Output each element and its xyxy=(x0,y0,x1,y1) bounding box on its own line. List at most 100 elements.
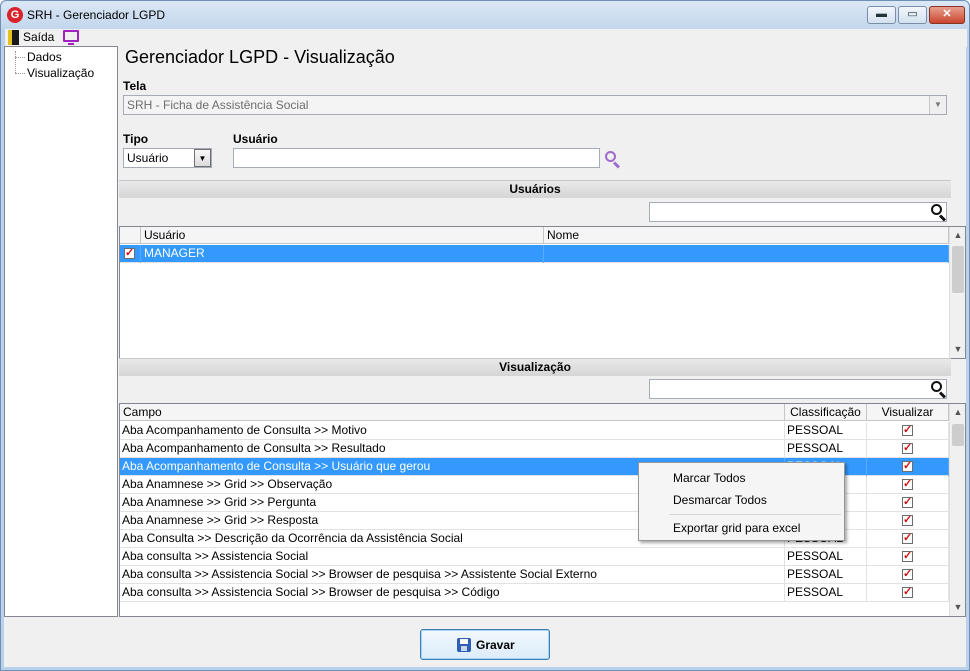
chevron-down-icon[interactable]: ▼ xyxy=(194,149,211,167)
visualizacao-scrollbar[interactable]: ▲ ▼ xyxy=(949,404,965,616)
usuarios-scrollbar[interactable]: ▲ ▼ xyxy=(949,227,965,358)
tree-connector xyxy=(15,51,16,73)
usuarios-search-input[interactable] xyxy=(649,202,947,222)
cell-nome xyxy=(544,245,949,263)
column-header-visualizar[interactable]: Visualizar xyxy=(867,404,949,421)
client-area: Dados Visualização Gerenciador LGPD - Vi… xyxy=(4,46,966,667)
scroll-up-icon[interactable]: ▲ xyxy=(950,404,965,421)
exit-menu-item[interactable]: Saída xyxy=(23,30,54,44)
title-bar[interactable]: G SRH - Gerenciador LGPD ▬ ▭ ✕ xyxy=(1,1,969,29)
cell-visualizar[interactable] xyxy=(867,440,949,458)
cell-campo: Aba consulta >> Assistencia Social >> Br… xyxy=(120,566,785,584)
column-header-classificacao[interactable]: Classificação xyxy=(785,404,867,421)
visualizar-checkbox[interactable] xyxy=(902,585,913,599)
scroll-down-icon[interactable]: ▼ xyxy=(950,341,965,358)
maximize-button[interactable]: ▭ xyxy=(898,6,927,24)
cell-visualizar[interactable] xyxy=(867,548,949,566)
table-row[interactable]: MANAGER xyxy=(120,245,949,263)
save-button[interactable]: Gravar xyxy=(420,629,550,660)
visualizar-checkbox[interactable] xyxy=(902,477,913,491)
exit-door-icon[interactable] xyxy=(8,30,19,45)
visualizar-checkbox[interactable] xyxy=(902,459,913,473)
context-menu-item-desmarcar-todos[interactable]: Desmarcar Todos xyxy=(673,493,767,507)
cell-classificacao: PESSOAL xyxy=(785,584,867,602)
visualizar-checkbox[interactable] xyxy=(902,423,913,437)
table-row[interactable]: Aba Acompanhamento de Consulta >> Motivo… xyxy=(120,422,949,440)
cell-classificacao: PESSOAL xyxy=(785,422,867,440)
cell-visualizar[interactable] xyxy=(867,458,949,476)
cell-classificacao: PESSOAL xyxy=(785,548,867,566)
floppy-disk-icon xyxy=(457,638,471,652)
scroll-thumb[interactable] xyxy=(952,424,964,446)
search-icon[interactable] xyxy=(931,204,947,222)
tree-connector xyxy=(15,57,25,58)
table-row[interactable]: Aba consulta >> Assistencia Social PESSOA… xyxy=(120,548,949,566)
usuarios-section-header: Usuários xyxy=(119,180,951,198)
tipo-select-value: Usuário xyxy=(127,151,169,165)
visualizacao-section-header: Visualização xyxy=(119,358,951,376)
page-title: Gerenciador LGPD - Visualização xyxy=(125,47,395,67)
cell-campo: Aba consulta >> Assistencia Social >> Br… xyxy=(120,584,785,602)
visualizar-checkbox[interactable] xyxy=(902,549,913,563)
search-icon[interactable] xyxy=(931,381,947,399)
usuario-label: Usuário xyxy=(233,132,278,146)
visualizar-checkbox[interactable] xyxy=(902,513,913,527)
tree-connector xyxy=(15,73,25,74)
scroll-down-icon[interactable]: ▼ xyxy=(950,599,965,616)
monitor-icon[interactable] xyxy=(63,30,79,45)
usuario-input[interactable] xyxy=(233,148,600,168)
context-menu-item-exportar-excel[interactable]: Exportar grid para excel xyxy=(673,521,800,535)
cell-campo: Aba consulta >> Assistencia Social xyxy=(120,548,785,566)
visualizar-checkbox[interactable] xyxy=(902,567,913,581)
row-checkbox[interactable] xyxy=(124,246,135,260)
visualizar-checkbox[interactable] xyxy=(902,441,913,455)
column-header-usuario[interactable]: Usuário xyxy=(141,227,544,244)
tree-item-dados[interactable]: Dados xyxy=(27,50,62,64)
cell-visualizar[interactable] xyxy=(867,566,949,584)
cell-classificacao: PESSOAL xyxy=(785,440,867,458)
cell-campo: Aba Acompanhamento de Consulta >> Result… xyxy=(120,440,785,458)
tipo-select[interactable]: Usuário ▼ xyxy=(123,148,212,168)
table-row[interactable]: Aba consulta >> Assistencia Social >> Br… xyxy=(120,584,949,602)
column-header-campo[interactable]: Campo xyxy=(120,404,785,421)
scroll-up-icon[interactable]: ▲ xyxy=(950,227,965,244)
visualizar-checkbox[interactable] xyxy=(902,531,913,545)
app-logo-icon: G xyxy=(7,7,23,23)
menu-bar: Saída xyxy=(5,29,967,47)
cell-campo: Aba Acompanhamento de Consulta >> Motivo xyxy=(120,422,785,440)
cell-visualizar[interactable] xyxy=(867,422,949,440)
table-row[interactable]: Aba Acompanhamento de Consulta >> Result… xyxy=(120,440,949,458)
tree-item-visualizacao[interactable]: Visualização xyxy=(27,66,94,80)
grid-header-indicator xyxy=(120,227,141,244)
tipo-label: Tipo xyxy=(123,132,149,146)
table-row[interactable]: Aba consulta >> Assistencia Social >> Br… xyxy=(120,566,949,584)
cell-classificacao: PESSOAL xyxy=(785,566,867,584)
cell-visualizar[interactable] xyxy=(867,476,949,494)
navigation-tree: Dados Visualização xyxy=(4,46,118,617)
usuarios-grid: Usuário Nome MANAGER ▲ ▼ xyxy=(119,226,966,359)
minimize-button[interactable]: ▬ xyxy=(867,6,896,24)
search-icon[interactable] xyxy=(605,151,621,169)
tela-label: Tela xyxy=(123,79,147,93)
row-checkbox-cell[interactable] xyxy=(120,245,141,263)
scroll-thumb[interactable] xyxy=(952,246,964,293)
cell-visualizar[interactable] xyxy=(867,530,949,548)
visualizar-checkbox[interactable] xyxy=(902,495,913,509)
context-menu: Marcar Todos Desmarcar Todos Exportar gr… xyxy=(638,462,845,541)
cell-visualizar[interactable] xyxy=(867,584,949,602)
cell-visualizar[interactable] xyxy=(867,512,949,530)
window-title: SRH - Gerenciador LGPD xyxy=(27,8,166,22)
tela-select[interactable]: SRH - Ficha de Assistência Social ▼ xyxy=(123,95,947,115)
close-button[interactable]: ✕ xyxy=(929,6,965,24)
cell-usuario: MANAGER xyxy=(141,245,544,263)
context-menu-item-marcar-todos[interactable]: Marcar Todos xyxy=(673,471,745,485)
grid-header: Usuário Nome xyxy=(120,227,949,244)
save-button-label: Gravar xyxy=(476,638,515,652)
visualizacao-search-input[interactable] xyxy=(649,379,947,399)
column-header-nome[interactable]: Nome xyxy=(544,227,949,244)
tela-select-value: SRH - Ficha de Assistência Social xyxy=(127,98,309,112)
context-menu-separator xyxy=(669,514,841,515)
chevron-down-icon[interactable]: ▼ xyxy=(929,96,946,114)
cell-visualizar[interactable] xyxy=(867,494,949,512)
grid-header: Campo Classificação Visualizar xyxy=(120,404,949,421)
